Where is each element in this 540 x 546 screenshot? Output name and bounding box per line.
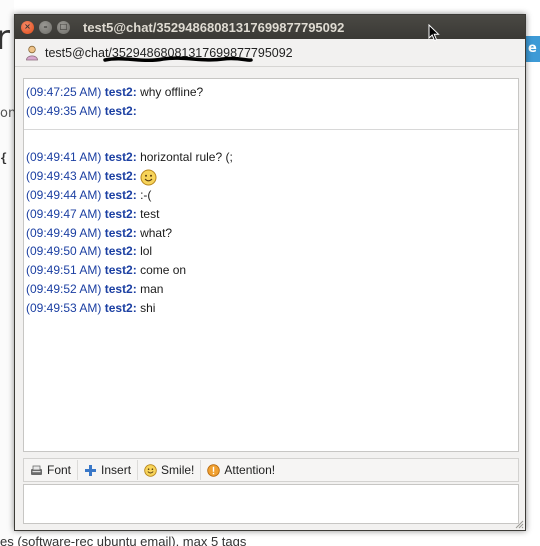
contact-name: test5@chat/35294868081317699877795092 [45, 46, 293, 62]
message-sender: test2: [104, 263, 137, 278]
mouse-cursor-icon [428, 24, 440, 42]
window-titlebar[interactable]: × – □ test5@chat/35294868081317699877795… [15, 15, 525, 39]
message-sender: test2: [104, 300, 137, 315]
message-line: (09:47:25 AM) test2: why offline? [24, 83, 518, 102]
message-input[interactable] [23, 484, 519, 524]
redaction-scribble [103, 55, 253, 62]
conversation-log[interactable]: (09:47:25 AM) test2: why offline? (09:49… [23, 78, 519, 452]
message-line: (09:49:53 AM) test2: shi [24, 299, 518, 318]
message-timestamp: (09:49:44 AM) [26, 187, 102, 202]
smile-button[interactable]: Smile! [142, 460, 202, 480]
message-text: what? [140, 225, 173, 240]
minimize-button[interactable]: – [39, 20, 52, 34]
message-line: (09:49:49 AM) test2: what? [24, 224, 518, 243]
message-sender: test2: [104, 244, 137, 259]
background-button[interactable]: e [526, 36, 540, 62]
attention-icon [207, 463, 221, 477]
message-sender: test2: [104, 281, 137, 296]
message-timestamp: (09:49:35 AM) [26, 103, 102, 118]
smile-emoticon-icon [140, 169, 157, 186]
message-timestamp: (09:49:50 AM) [26, 244, 102, 259]
message-line: (09:49:47 AM) test2: test [24, 205, 518, 224]
font-button[interactable]: Font [28, 460, 79, 480]
message-text: shi [140, 300, 156, 315]
message-sender: test2: [104, 187, 137, 202]
message-line: (09:49:50 AM) test2: lol [24, 242, 518, 261]
close-button[interactable]: × [21, 20, 34, 34]
message-text: horizontal rule? (; [140, 150, 233, 165]
message-line: (09:49:52 AM) test2: man [24, 280, 518, 299]
message-sender: test2: [104, 206, 137, 221]
message-timestamp: (09:49:47 AM) [26, 206, 102, 221]
insert-button[interactable]: Insert [82, 460, 139, 480]
message-timestamp: (09:49:52 AM) [26, 281, 102, 296]
chat-window: × – □ test5@chat/35294868081317699877795… [14, 14, 526, 531]
conversation-header: test5@chat/35294868081317699877795092 [15, 39, 525, 67]
attention-button[interactable]: Attention! [205, 460, 281, 480]
message-line: (09:49:41 AM) test2: horizontal rule? (; [24, 148, 518, 167]
message-sender: test2: [104, 225, 137, 240]
background-heading-fragment: r [0, 18, 10, 58]
message-sender: test2: [104, 85, 137, 99]
message-text: come on [140, 263, 187, 278]
message-line: (09:49:35 AM) test2: [24, 102, 518, 121]
message-sender: test2: [104, 169, 137, 184]
plus-icon [85, 464, 97, 476]
person-icon [26, 45, 38, 60]
smiley-icon [144, 463, 157, 477]
maximize-button[interactable]: □ [57, 20, 70, 34]
message-timestamp: (09:47:25 AM) [26, 85, 102, 99]
message-line: (09:49:44 AM) test2: :-( [24, 186, 518, 205]
message-sender: test2: [104, 103, 137, 118]
message-text: why offline? [140, 85, 204, 99]
attention-button-label: Attention! [224, 463, 276, 477]
message-sender: test2: [104, 150, 137, 165]
font-button-label: Font [47, 463, 72, 477]
resize-grip-icon[interactable] [514, 519, 524, 529]
insert-button-label: Insert [101, 463, 132, 477]
message-timestamp: (09:49:43 AM) [26, 169, 102, 184]
message-text: :-( [140, 187, 152, 202]
message-line: (09:49:51 AM) test2: come on [24, 261, 518, 280]
message-line: (09:49:43 AM) test2: [24, 167, 518, 186]
message-timestamp: (09:49:51 AM) [26, 263, 102, 278]
font-icon [31, 465, 42, 475]
message-text: man [140, 281, 164, 296]
message-text: test [140, 206, 160, 221]
smile-button-label: Smile! [161, 463, 195, 477]
message-timestamp: (09:49:53 AM) [26, 300, 102, 315]
message-timestamp: (09:49:41 AM) [26, 150, 102, 165]
message-timestamp: (09:49:49 AM) [26, 225, 102, 240]
background-left-strip [0, 0, 14, 546]
background-tags-hint: es (software-rec ubuntu email), max 5 ta… [0, 534, 247, 546]
window-title: test5@chat/35294868081317699877795092 [83, 19, 345, 35]
message-text: lol [140, 244, 153, 259]
formatting-toolbar: Font Insert Smile! Attention! [23, 458, 519, 482]
